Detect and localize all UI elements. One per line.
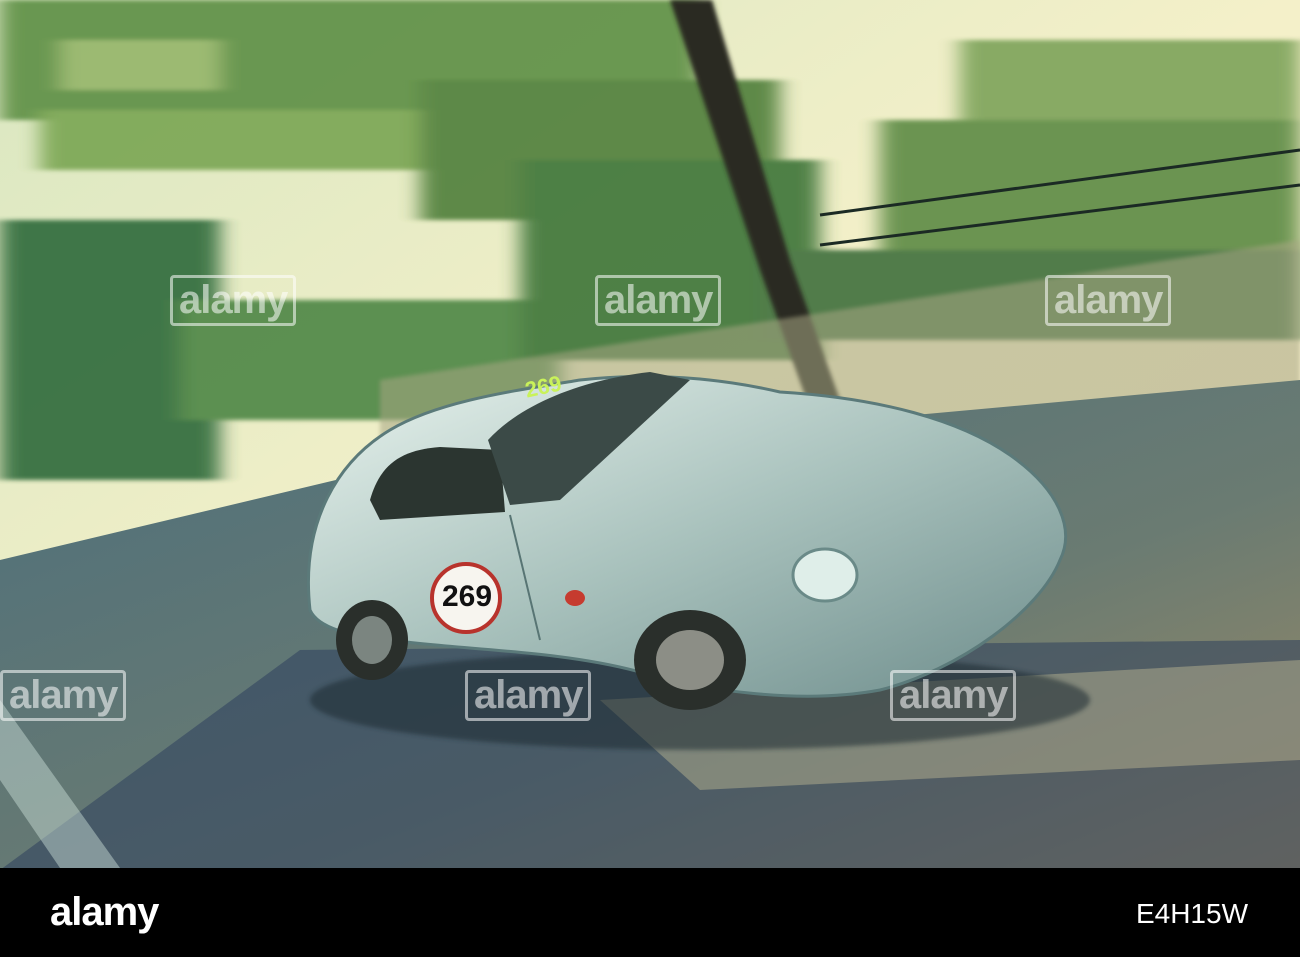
car-photo-illustration (0, 0, 1300, 868)
race-number-label: 269 (441, 580, 493, 613)
footer-bar: alamy E4H15W (0, 868, 1300, 957)
brand-logo: alamy (50, 890, 159, 934)
image-id: E4H15W (1135, 898, 1248, 929)
photo-stage: 269 269 alamy alamy alamy alamy alamy al… (0, 0, 1300, 957)
car-photo: 269 269 alamy alamy alamy alamy alamy al… (0, 0, 1300, 868)
